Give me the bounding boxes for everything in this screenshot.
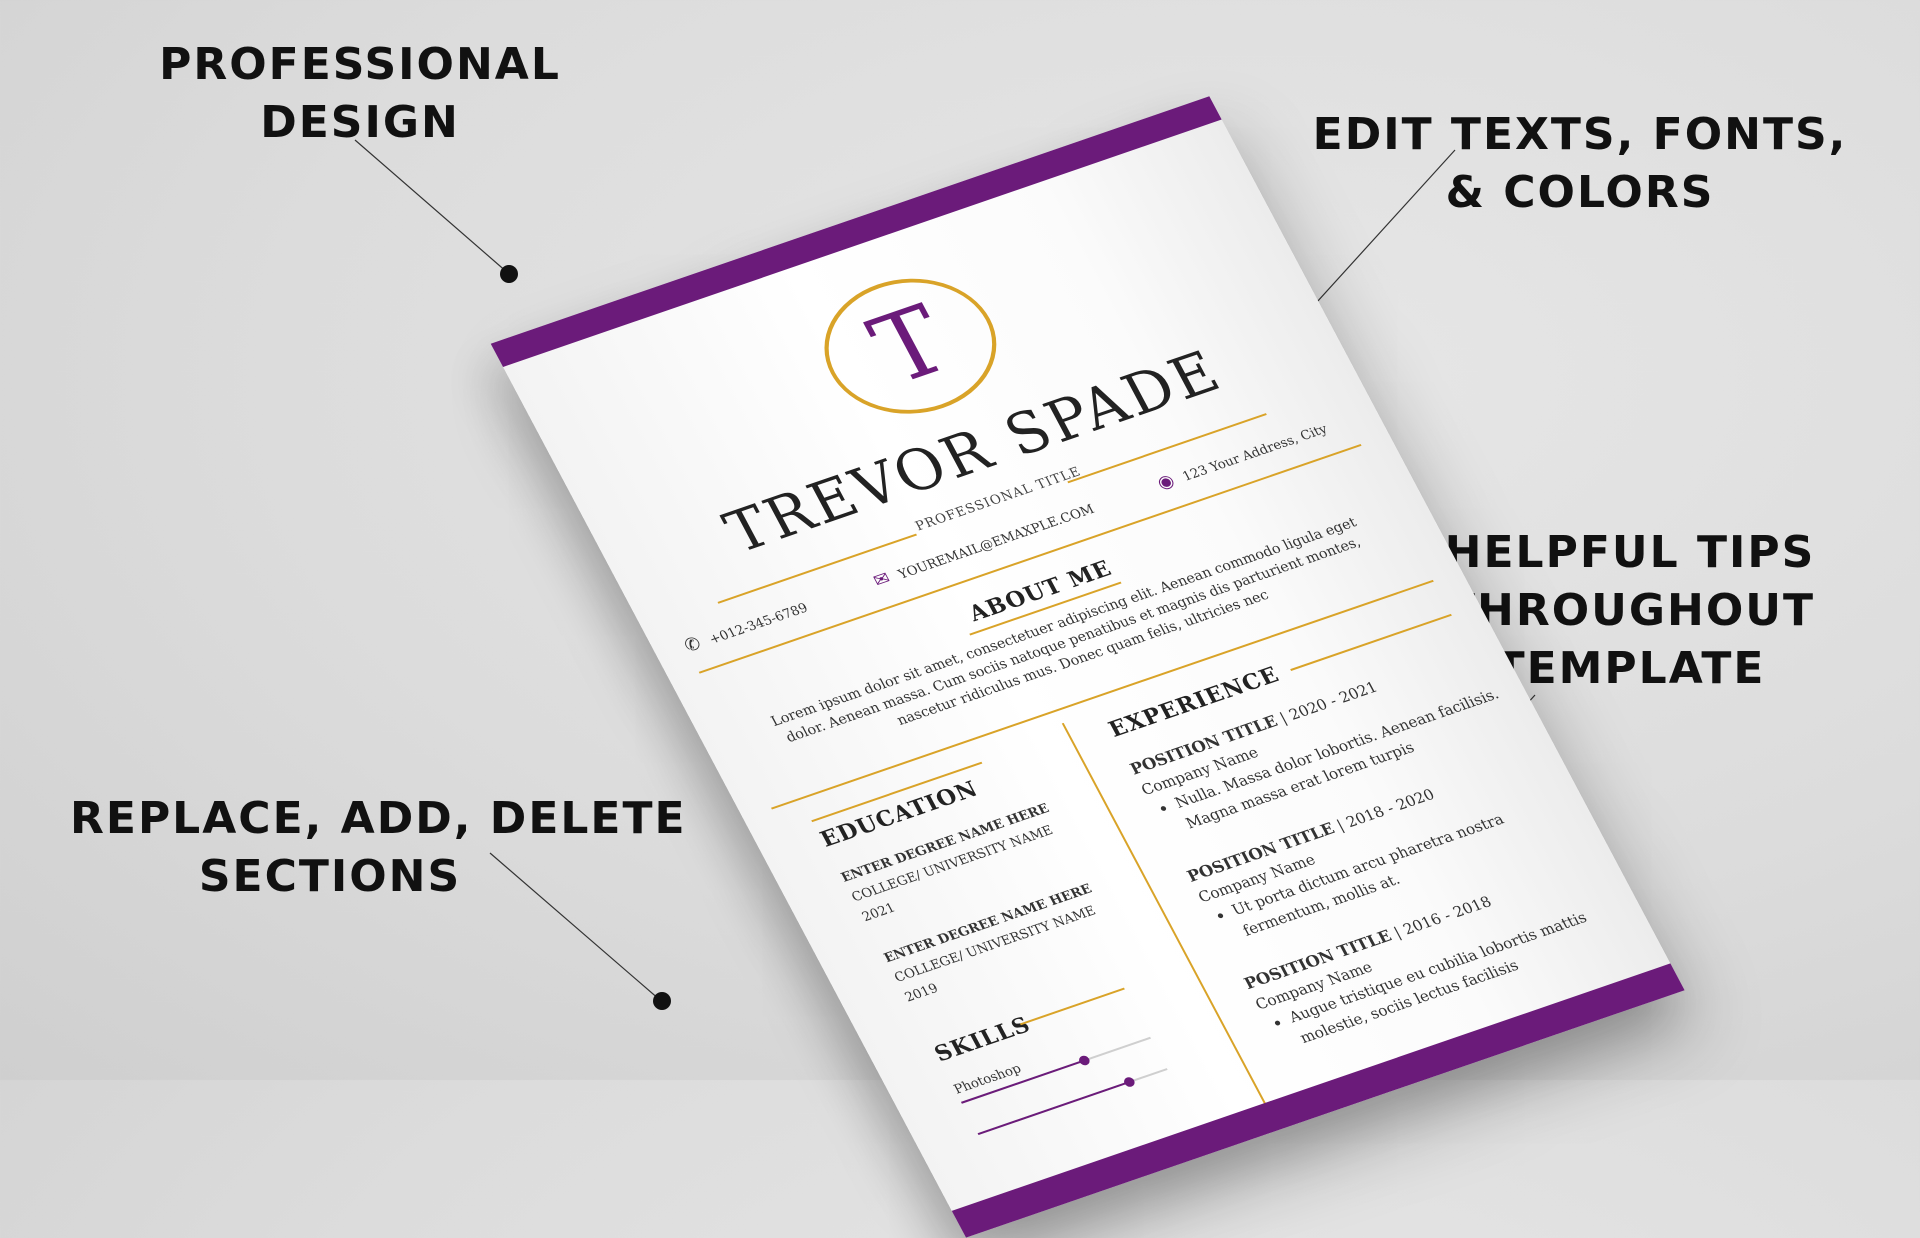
callout-line: REPLACE, ADD, DELETE (70, 793, 687, 844)
map-pin-icon: ◉ (1153, 469, 1179, 494)
position-years: | 2018 - 2020 (1333, 785, 1438, 835)
callout-line: PROFESSIONAL (159, 39, 561, 90)
position-years: | 2016 - 2018 (1390, 892, 1495, 942)
callout-professional-design: PROFESSIONAL DESIGN (130, 36, 590, 152)
callout-line: & COLORS (1445, 167, 1715, 218)
callout-dot (500, 265, 518, 283)
skill-item: Photoshop (951, 1036, 1152, 1104)
callout-line: EDIT TEXTS, FONTS, (1312, 109, 1848, 160)
phone-icon: ✆ (680, 632, 705, 657)
education-year: 2021 (859, 900, 899, 925)
monogram-letter: T (853, 284, 967, 406)
callout-edit-texts: EDIT TEXTS, FONTS, & COLORS (1300, 106, 1860, 222)
mail-icon: ✉ (869, 567, 895, 592)
skill-knob (1122, 1075, 1137, 1089)
monogram-circle: T (798, 257, 1023, 436)
callout-replace-sections: REPLACE, ADD, DELETE SECTIONS (70, 790, 687, 906)
position-years: | 2020 - 2021 (1276, 678, 1381, 727)
education-year: 2019 (902, 981, 941, 1006)
callout-line: SECTIONS (198, 851, 462, 902)
callout-line: HELPFUL TIPS (1444, 527, 1816, 578)
skills-title: SKILLS (930, 1011, 1036, 1068)
callout-dot (653, 992, 671, 1010)
skills-underline (1019, 987, 1125, 1026)
callout-line: DESIGN (260, 97, 460, 148)
skill-knob (1077, 1054, 1092, 1067)
